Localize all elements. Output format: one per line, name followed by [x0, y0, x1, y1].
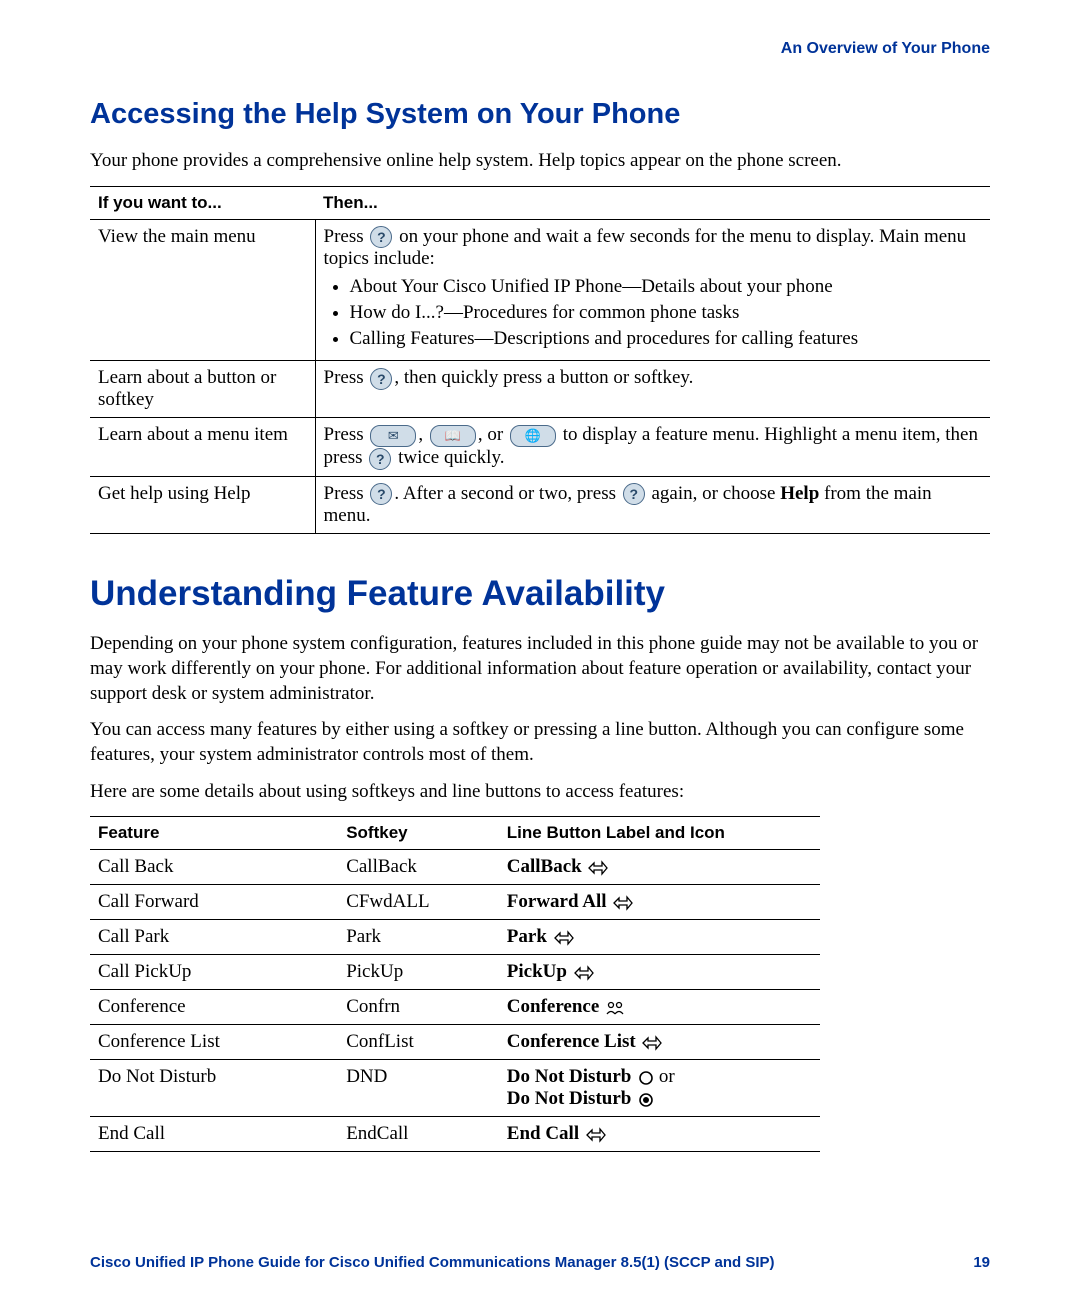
softkey-name: CFwdALL: [338, 885, 499, 920]
text: , then quickly press a button or softkey…: [394, 367, 693, 388]
help-button-icon: ?: [370, 483, 392, 505]
feature-name: Do Not Disturb: [90, 1060, 338, 1117]
text: . After a second or two, press: [394, 483, 620, 504]
text: again, or choose: [647, 483, 780, 504]
text: Press: [324, 483, 369, 504]
line-button-label: Do Not Disturb orDo Not Disturb: [499, 1060, 820, 1117]
section2-para1: Depending on your phone system configura…: [90, 632, 990, 706]
line-button-label: Conference List: [499, 1025, 820, 1060]
feature-name: Call Park: [90, 920, 338, 955]
table-row: Call ParkParkPark: [90, 920, 820, 955]
table-row: Do Not DisturbDNDDo Not Disturb orDo Not…: [90, 1060, 820, 1117]
text-bold: Help: [780, 483, 819, 504]
section1-intro: Your phone provides a comprehensive onli…: [90, 149, 990, 174]
line-button-label: CallBack: [499, 850, 820, 885]
t1-r0-want: View the main menu: [90, 219, 315, 361]
section2-para3: Here are some details about using softke…: [90, 780, 990, 805]
feature-name: Call PickUp: [90, 955, 338, 990]
table-row: Call BackCallBackCallBack: [90, 850, 820, 885]
softkey-name: PickUp: [338, 955, 499, 990]
section2-para2: You can access many features by either u…: [90, 718, 990, 767]
t2-header-feature: Feature: [90, 817, 338, 850]
t1-r1-want: Learn about a button or softkey: [90, 361, 315, 418]
softkey-name: CallBack: [338, 850, 499, 885]
line-button-label: Park: [499, 920, 820, 955]
table-row: Call ForwardCFwdALLForward All: [90, 885, 820, 920]
table-row: End CallEndCallEnd Call: [90, 1117, 820, 1152]
table-row: Call PickUpPickUpPickUp: [90, 955, 820, 990]
text: ,: [418, 424, 428, 445]
services-button-icon: 🌐: [510, 425, 556, 447]
footer-page-number: 19: [973, 1254, 990, 1271]
t2-header-linebutton: Line Button Label and Icon: [499, 817, 820, 850]
feature-name: Conference List: [90, 1025, 338, 1060]
footer-doc-title: Cisco Unified IP Phone Guide for Cisco U…: [90, 1254, 775, 1271]
directories-button-icon: 📖: [430, 425, 476, 447]
table-row: Conference ListConfListConference List: [90, 1025, 820, 1060]
page-footer: Cisco Unified IP Phone Guide for Cisco U…: [90, 1254, 990, 1271]
feature-name: Conference: [90, 990, 338, 1025]
t1-r2-want: Learn about a menu item: [90, 418, 315, 476]
page-container: An Overview of Your Phone Accessing the …: [0, 0, 1080, 1311]
softkey-name: Confrn: [338, 990, 499, 1025]
text: , or: [478, 424, 508, 445]
softkey-name: DND: [338, 1060, 499, 1117]
section-heading-feature-availability: Understanding Feature Availability: [90, 574, 990, 614]
t1-r0-then: Press ? on your phone and wait a few sec…: [315, 219, 990, 361]
main-menu-topics-list: About Your Cisco Unified IP Phone—Detail…: [324, 276, 983, 350]
feature-table: Feature Softkey Line Button Label and Ic…: [90, 816, 820, 1152]
list-item: How do I...?—Procedures for common phone…: [350, 302, 983, 324]
t1-r3-want: Get help using Help: [90, 476, 315, 534]
help-button-icon: ?: [370, 226, 392, 248]
feature-name: Call Forward: [90, 885, 338, 920]
feature-name: End Call: [90, 1117, 338, 1152]
line-button-label: Conference: [499, 990, 820, 1025]
t1-r1-then: Press ?, then quickly press a button or …: [315, 361, 990, 418]
messages-button-icon: ✉: [370, 425, 416, 447]
t1-header-col2: Then...: [315, 186, 990, 219]
text: Press: [324, 424, 369, 445]
table-row: Learn about a menu item Press ✉, 📖, or 🌐…: [90, 418, 990, 476]
text: twice quickly.: [393, 447, 504, 468]
help-button-icon: ?: [369, 448, 391, 470]
table-row: View the main menu Press ? on your phone…: [90, 219, 990, 361]
help-system-table: If you want to... Then... View the main …: [90, 186, 990, 535]
feature-name: Call Back: [90, 850, 338, 885]
list-item: Calling Features—Descriptions and proced…: [350, 328, 983, 350]
t1-header-col1: If you want to...: [90, 186, 315, 219]
table-row: ConferenceConfrnConference: [90, 990, 820, 1025]
line-button-label: Forward All: [499, 885, 820, 920]
header-section-name: An Overview of Your Phone: [90, 40, 990, 58]
softkey-name: Park: [338, 920, 499, 955]
softkey-name: ConfList: [338, 1025, 499, 1060]
t2-header-softkey: Softkey: [338, 817, 499, 850]
line-button-label: PickUp: [499, 955, 820, 990]
table-row: Learn about a button or softkey Press ?,…: [90, 361, 990, 418]
text: on your phone and wait a few seconds for…: [324, 226, 967, 270]
softkey-name: EndCall: [338, 1117, 499, 1152]
text: Press: [324, 367, 369, 388]
help-button-icon: ?: [623, 483, 645, 505]
table-row: Get help using Help Press ?. After a sec…: [90, 476, 990, 534]
text: Press: [324, 226, 369, 247]
list-item: About Your Cisco Unified IP Phone—Detail…: [350, 276, 983, 298]
help-button-icon: ?: [370, 368, 392, 390]
t1-r2-then: Press ✉, 📖, or 🌐 to display a feature me…: [315, 418, 990, 476]
t1-r3-then: Press ?. After a second or two, press ? …: [315, 476, 990, 534]
line-button-label: End Call: [499, 1117, 820, 1152]
section-heading-help: Accessing the Help System on Your Phone: [90, 98, 990, 131]
